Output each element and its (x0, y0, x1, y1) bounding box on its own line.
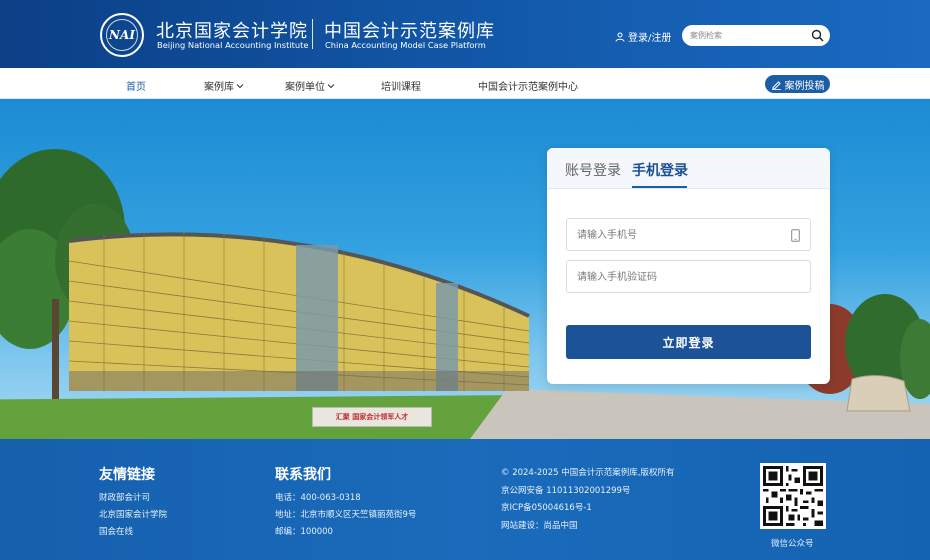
nav-item-label: 案例库 (204, 82, 234, 93)
contact-postcode: 邮编：100000 (275, 527, 333, 537)
qr-code-icon (763, 466, 823, 526)
nav-item-label: 案例单位 (285, 82, 325, 93)
nav-item-training[interactable]: 培训课程 (381, 78, 421, 93)
contact-phone: 电话：400-063-0318 (275, 493, 361, 503)
nav-item-case-library[interactable]: 案例库 (204, 78, 244, 93)
sign-wall: 汇聚 国家会计领军人才 (312, 407, 432, 427)
building-image (68, 229, 530, 391)
verification-code-field (566, 260, 811, 293)
chevron-down-icon (327, 83, 335, 88)
copyright: © 2024-2025 中国会计示范案例库,版权所有 (501, 468, 675, 478)
active-tab-indicator (632, 186, 687, 188)
submit-case-button[interactable]: 案例投稿 (765, 75, 830, 93)
tab-phone-login[interactable]: 手机登录 (632, 160, 688, 180)
mobile-phone-icon (791, 229, 800, 242)
nav-item-label: 培训课程 (381, 82, 421, 93)
logo-seal-inner: NAI (106, 19, 138, 51)
main-nav: 首页 案例库 案例单位 培训课程 中国会计示范案例中心 案例投稿 (0, 68, 930, 99)
verification-code-input[interactable] (577, 269, 777, 286)
contact-address: 地址：北京市顺义区天竺镇丽苑街9号 (275, 510, 417, 520)
contact-title: 联系我们 (275, 467, 331, 483)
phone-field (566, 218, 811, 251)
friend-links-title: 友情链接 (99, 467, 155, 483)
platform-name-en: China Accounting Model Case Platform (325, 40, 486, 50)
submit-case-label: 案例投稿 (784, 80, 825, 92)
rock (846, 375, 911, 412)
nav-item-home[interactable]: 首页 (126, 78, 146, 93)
login-register-label: 登录/注册 (628, 33, 672, 44)
nav-item-label: 首页 (126, 82, 146, 93)
nav-item-case-units[interactable]: 案例单位 (285, 78, 335, 93)
site-header: NAI 北京国家会计学院 Beijing National Accounting… (0, 0, 930, 68)
site-builder[interactable]: 网站建设：尚品中国 (501, 519, 578, 531)
sign-text: 汇聚 国家会计领军人才 (335, 413, 409, 421)
logo-mark: NAI (109, 28, 135, 42)
chevron-down-icon (236, 83, 244, 88)
institute-logo[interactable]: NAI (100, 13, 144, 57)
edit-icon (771, 80, 781, 90)
login-register-link[interactable]: 登录/注册 (615, 29, 671, 44)
search-icon[interactable] (811, 29, 824, 42)
tab-account-login[interactable]: 账号登录 (565, 160, 621, 180)
phone-input[interactable] (577, 227, 777, 244)
friend-link-mof[interactable]: 财政部会计司 (99, 491, 150, 503)
login-panel: 账号登录 手机登录 立即登录 (547, 148, 830, 384)
friend-link-guohui[interactable]: 国会在线 (99, 525, 133, 537)
institute-name-en: Beijing National Accounting Institute (157, 40, 309, 50)
login-submit-button[interactable]: 立即登录 (566, 325, 811, 359)
icp-record[interactable]: 京ICP备05004616号-1 (501, 501, 592, 513)
nav-item-case-center[interactable]: 中国会计示范案例中心 (478, 78, 578, 93)
wechat-qr-code (760, 463, 826, 529)
site-footer: 友情链接 财政部会计司 北京国家会计学院 国会在线 联系我们 电话：400-06… (0, 439, 930, 560)
nav-item-label: 中国会计示范案例中心 (478, 82, 578, 93)
police-record[interactable]: 京公网安备 11011302001299号 (501, 484, 630, 496)
friend-link-bnai[interactable]: 北京国家会计学院 (99, 508, 167, 520)
search-input[interactable] (690, 27, 808, 44)
qr-code-label: 微信公众号 (771, 539, 814, 549)
search-box (682, 25, 830, 46)
user-icon (615, 32, 625, 42)
logo-divider (312, 19, 313, 49)
login-tabs: 账号登录 手机登录 (547, 148, 830, 189)
